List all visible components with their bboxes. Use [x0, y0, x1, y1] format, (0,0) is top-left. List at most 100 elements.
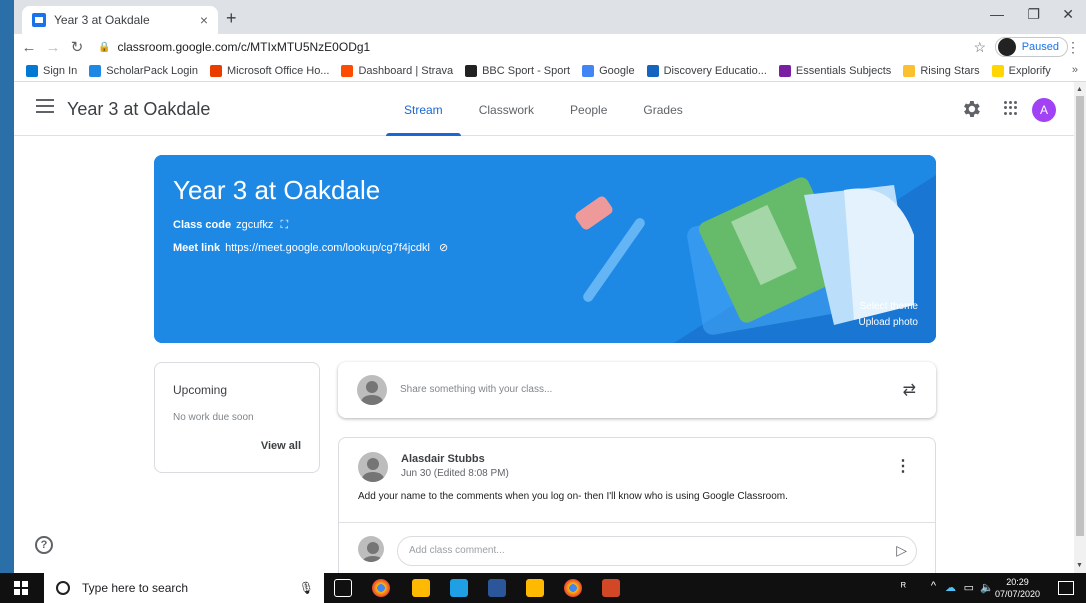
forward-icon[interactable]: →	[44, 39, 62, 56]
taskbar-clock[interactable]: 20:29 07/07/2020	[995, 576, 1040, 600]
file-explorer-icon[interactable]	[412, 579, 430, 597]
class-title[interactable]: Year 3 at Oakdale	[67, 99, 210, 120]
upcoming-title: Upcoming	[173, 383, 228, 397]
restore-icon[interactable]: ❐	[1027, 6, 1040, 23]
people-icon[interactable]: ᴿ	[901, 581, 906, 593]
upcoming-subtitle: No work due soon	[173, 412, 254, 423]
classroom-favicon-icon	[32, 13, 46, 27]
reuse-post-icon[interactable]: ⇄	[903, 380, 916, 400]
tab-close-button[interactable]: ×	[200, 12, 208, 28]
scroll-down-icon[interactable]: ▼	[1076, 562, 1083, 569]
windows-taskbar: Type here to search 🎙 ᴿ ^ ☁ ▭ 🔈 20:29 07…	[0, 573, 1086, 603]
bookmark-icon	[26, 64, 38, 77]
url-field[interactable]: 🔒 classroom.google.com/c/MTIxMTU5NzE0ODg…	[98, 40, 370, 54]
bookmark-item[interactable]: Rising Stars	[903, 64, 980, 77]
bookmark-item[interactable]: BBC Sport - Sport	[465, 64, 570, 77]
reload-icon[interactable]: ↻	[68, 38, 86, 56]
meet-link-label: Meet link	[173, 242, 221, 254]
app-icon[interactable]	[450, 579, 468, 597]
taskbar-search-placeholder: Type here to search	[82, 581, 189, 595]
onedrive-icon[interactable]: ☁	[945, 581, 956, 594]
class-tabs: Stream Classwork People Grades	[386, 82, 701, 136]
windows-start-icon[interactable]	[14, 581, 28, 595]
help-icon[interactable]: ?	[35, 536, 53, 554]
account-avatar[interactable]: A	[1032, 98, 1056, 122]
send-comment-icon[interactable]: ▷	[896, 542, 907, 559]
volume-icon[interactable]: 🔈	[980, 581, 994, 594]
browser-menu-icon[interactable]: ⋮	[1066, 39, 1080, 56]
bookmark-icon	[646, 64, 659, 77]
powerpoint-icon[interactable]	[602, 579, 620, 597]
post-divider	[339, 522, 935, 523]
bookmark-item[interactable]: Discovery Educatio...	[646, 64, 767, 77]
page-scrollbar[interactable]: ▲ ▼	[1074, 82, 1086, 573]
cortana-icon	[56, 581, 70, 595]
clock-date: 07/07/2020	[994, 589, 1040, 599]
tab-classwork[interactable]: Classwork	[461, 82, 552, 136]
visibility-off-icon[interactable]: ⊘	[439, 242, 448, 254]
microphone-icon[interactable]: 🎙	[299, 581, 314, 595]
view-all-link[interactable]: View all	[261, 440, 301, 452]
meet-link-row: Meet link https://meet.google.com/lookup/…	[173, 241, 448, 254]
share-box[interactable]: Share something with your class... ⇄	[338, 362, 936, 418]
browser-tab[interactable]: Year 3 at Oakdale ×	[22, 6, 218, 34]
class-comment-input[interactable]: Add class comment...	[397, 536, 917, 566]
profile-button[interactable]: Paused	[994, 37, 1068, 57]
bookmarks-bar: Sign In ScholarPack Login Microsoft Offi…	[14, 60, 1086, 82]
meet-link-value[interactable]: https://meet.google.com/lookup/cg7f4jcdk…	[225, 242, 430, 254]
bookmark-item[interactable]: ScholarPack Login	[89, 64, 198, 77]
chrome-icon[interactable]	[372, 579, 390, 597]
bookmark-label: Discovery Educatio...	[663, 64, 767, 77]
action-center-icon[interactable]	[1058, 581, 1074, 595]
tab-grades[interactable]: Grades	[625, 82, 700, 136]
show-hidden-icons-icon[interactable]: ^	[931, 580, 936, 592]
bookmark-label: Microsoft Office Ho...	[226, 64, 330, 77]
bookmark-item[interactable]: Essentials Subjects	[778, 64, 891, 77]
bookmark-label: ScholarPack Login	[106, 64, 198, 77]
announcement-post: Alasdair Stubbs Jun 30 (Edited 8:08 PM) …	[338, 437, 936, 573]
post-date: Jun 30 (Edited 8:08 PM)	[401, 468, 509, 479]
scroll-up-icon[interactable]: ▲	[1076, 86, 1083, 93]
bookmark-item[interactable]: Dashboard | Strava	[341, 64, 453, 77]
post-author: Alasdair Stubbs	[401, 453, 485, 465]
new-tab-button[interactable]: +	[226, 8, 237, 29]
back-icon[interactable]: ←	[20, 39, 38, 56]
bookmark-icon	[89, 64, 102, 77]
bookmark-item[interactable]: Microsoft Office Ho...	[209, 64, 330, 77]
class-code-value[interactable]: zgcufkz	[236, 219, 273, 231]
bookmark-icon	[341, 64, 354, 77]
taskbar-search[interactable]: Type here to search 🎙	[44, 573, 324, 603]
post-more-options-icon[interactable]: ⋮	[895, 456, 911, 476]
expand-code-icon[interactable]: ⛶	[280, 219, 288, 231]
chrome-profile-icon[interactable]	[564, 579, 582, 597]
tab-stream[interactable]: Stream	[386, 82, 461, 136]
bookmark-item[interactable]: Explorify	[991, 64, 1051, 77]
bookmarks-more-button[interactable]: »	[1072, 64, 1078, 76]
minimize-icon[interactable]: —	[990, 6, 1004, 22]
clock-time: 20:29	[1006, 577, 1029, 587]
select-theme-link[interactable]: Select theme	[860, 301, 918, 312]
class-settings-gear-icon[interactable]	[960, 98, 982, 120]
bookmark-label: Sign In	[43, 64, 78, 77]
url-path: /c/MTIxMTU5NzE0ODg1	[237, 40, 371, 54]
post-body: Add your name to the comments when you l…	[358, 491, 788, 502]
folder-icon[interactable]	[526, 579, 544, 597]
author-avatar	[358, 452, 388, 482]
classroom-app: Year 3 at Oakdale Stream Classwork Peopl…	[14, 82, 1086, 573]
bookmark-item[interactable]: Google	[582, 64, 635, 77]
window-close-icon[interactable]: ✕	[1062, 6, 1074, 23]
bookmark-item[interactable]: Sign In	[26, 64, 78, 77]
battery-icon[interactable]: ▭	[964, 581, 974, 594]
scroll-thumb[interactable]	[1076, 96, 1084, 536]
upload-photo-link[interactable]: Upload photo	[859, 317, 919, 328]
class-banner: Year 3 at Oakdale Class code zgcufkz ⛶ Me…	[154, 155, 936, 343]
task-view-icon[interactable]	[334, 579, 352, 597]
class-code-row: Class code zgcufkz ⛶	[173, 219, 288, 232]
tab-strip: Year 3 at Oakdale × + — ❐ ✕	[14, 0, 1086, 34]
google-apps-icon[interactable]	[1004, 101, 1018, 115]
main-menu-icon[interactable]	[36, 99, 54, 113]
bookmark-icon	[903, 64, 916, 77]
word-icon[interactable]	[488, 579, 506, 597]
bookmark-star-icon[interactable]: ☆	[973, 39, 986, 56]
tab-people[interactable]: People	[552, 82, 625, 136]
